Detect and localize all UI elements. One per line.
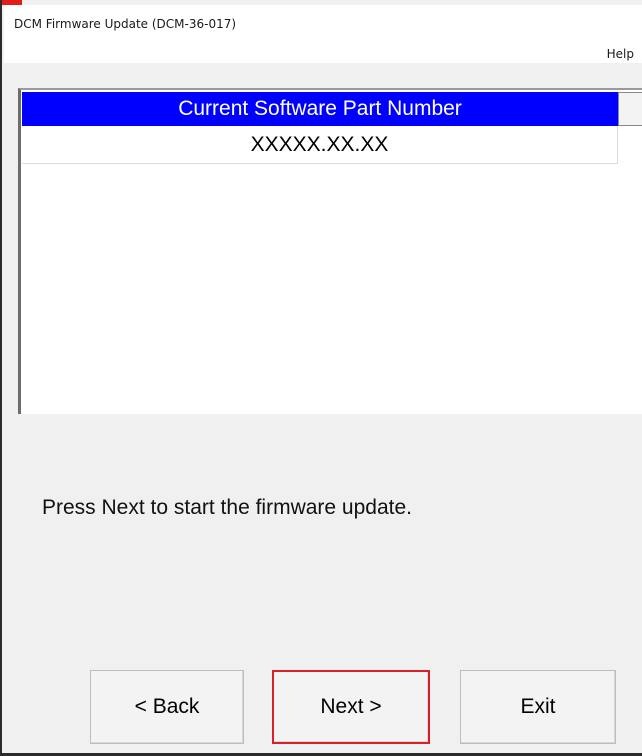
next-button[interactable]: Next > [272,670,430,744]
title-bar: DCM Firmware Update (DCM-36-017) Help [4,5,642,63]
exit-button[interactable]: Exit [460,670,616,744]
menu-help[interactable]: Help [607,47,634,61]
list-column-header[interactable]: Current Software Part Number [22,92,618,126]
list-item[interactable]: XXXXX.XX.XX [22,126,618,164]
firmware-update-window: DCM Firmware Update (DCM-36-017) Help Cu… [0,0,642,756]
back-button[interactable]: < Back [90,670,244,744]
instruction-text: Press Next to start the firmware update. [42,496,412,519]
window-title: DCM Firmware Update (DCM-36-017) [14,17,237,31]
list-header-filler [618,92,642,126]
part-number-list[interactable]: Current Software Part Number XXXXX.XX.XX [18,88,642,414]
